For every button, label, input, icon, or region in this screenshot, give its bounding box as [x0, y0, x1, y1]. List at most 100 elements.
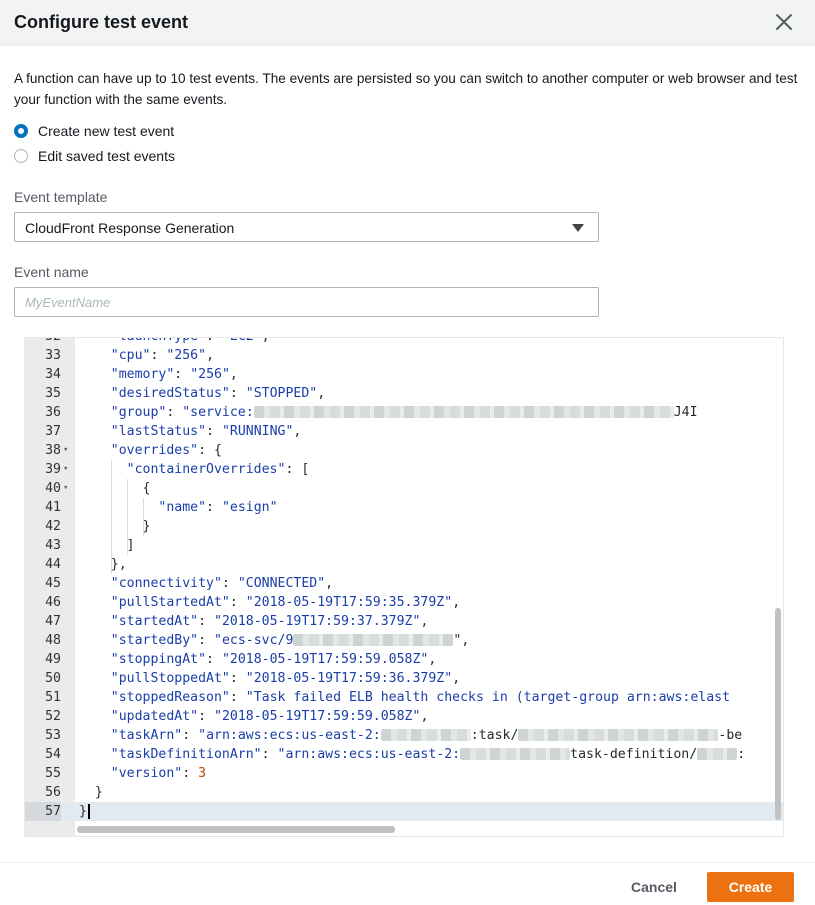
code-text: "startedBy": "ecs-svc/9 ", [110, 633, 470, 648]
code-text: "containerOverrides": [ [126, 462, 310, 477]
code-line[interactable]: 32 "launchType": "EC2", [25, 338, 783, 346]
line-number: 34 [45, 367, 61, 382]
event-template-value: CloudFront Response Generation [25, 220, 235, 236]
line-number: 37 [45, 424, 61, 439]
code-text: "memory": "256", [110, 367, 238, 382]
horizontal-scrollbar-thumb[interactable] [77, 826, 395, 833]
line-number: 40 [45, 481, 61, 496]
indent-guide [143, 498, 144, 536]
line-number: 35 [45, 386, 61, 401]
close-icon[interactable] [772, 10, 796, 34]
code-line[interactable]: 39 ▾ "containerOverrides": [ [25, 460, 783, 479]
line-number: 57 [25, 802, 61, 821]
line-number: 33 [45, 348, 61, 363]
code-line[interactable]: 56 } [25, 783, 783, 802]
line-number: 49 [45, 652, 61, 667]
code-text: "name": "esign" [158, 500, 278, 515]
code-line[interactable]: 50 "pullStoppedAt": "2018-05-19T17:59:36… [25, 669, 783, 688]
caret-down-icon [572, 224, 584, 232]
vertical-scrollbar-thumb[interactable] [775, 608, 781, 820]
code-text: "startedAt": "2018-05-19T17:59:37.379Z", [110, 614, 429, 629]
code-line[interactable]: 47 "startedAt": "2018-05-19T17:59:37.379… [25, 612, 783, 631]
line-number: 51 [45, 690, 61, 705]
code-line[interactable]: 34 "memory": "256", [25, 365, 783, 384]
code-text: "stoppedReason": "Task failed ELB health… [110, 690, 731, 705]
code-line[interactable]: 55 "version": 3 [25, 764, 783, 783]
text-cursor [87, 803, 90, 819]
code-text: "pullStoppedAt": "2018-05-19T17:59:36.37… [110, 671, 461, 686]
code-line[interactable]: 54 "taskDefinitionArn": "arn:aws:ecs:us-… [25, 745, 783, 764]
code-line[interactable]: 57} [25, 802, 783, 821]
cancel-button[interactable]: Cancel [620, 874, 688, 900]
code-line[interactable]: 49 "stoppingAt": "2018-05-19T17:59:59.05… [25, 650, 783, 669]
line-number: 38 [45, 443, 61, 458]
code-editor[interactable]: 32 "launchType": "EC2",33 "cpu": "256",3… [24, 337, 784, 837]
radio-edit-saved-button[interactable] [14, 149, 28, 163]
indent-guide [127, 479, 128, 555]
code-line[interactable]: 41 "name": "esign" [25, 498, 783, 517]
code-text: } [79, 519, 151, 534]
event-name-input[interactable] [14, 287, 599, 317]
line-number: 43 [45, 538, 61, 553]
code-line[interactable]: 46 "pullStartedAt": "2018-05-19T17:59:35… [25, 593, 783, 612]
line-number: 45 [45, 576, 61, 591]
code-text: "overrides": { [110, 443, 222, 458]
footer-divider [0, 862, 815, 863]
code-text: "lastStatus": "RUNNING", [110, 424, 302, 439]
radio-create-new[interactable]: Create new test event [14, 123, 174, 139]
fold-arrow-icon[interactable]: ▾ [63, 441, 68, 460]
line-number: 53 [45, 728, 61, 743]
code-line[interactable]: 33 "cpu": "256", [25, 346, 783, 365]
line-number: 41 [45, 500, 61, 515]
create-button[interactable]: Create [707, 872, 794, 902]
code-text: "taskArn": "arn:aws:ecs:us-east-2::task/… [110, 728, 743, 743]
code-text: "stoppingAt": "2018-05-19T17:59:59.058Z"… [110, 652, 437, 667]
code-line[interactable]: 52 "updatedAt": "2018-05-19T17:59:59.058… [25, 707, 783, 726]
event-template-select[interactable]: CloudFront Response Generation [14, 212, 599, 242]
code-text: "taskDefinitionArn": "arn:aws:ecs:us-eas… [110, 747, 746, 762]
code-text: "cpu": "256", [110, 348, 215, 363]
code-line[interactable]: 36 "group": "service: J4I [25, 403, 783, 422]
line-number: 44 [45, 557, 61, 572]
code-line[interactable]: 40 ▾ { [25, 479, 783, 498]
code-text: "desiredStatus": "STOPPED", [110, 386, 326, 401]
line-number: 56 [45, 785, 61, 800]
code-line[interactable]: 44 }, [25, 555, 783, 574]
code-text: "group": "service: J4I [110, 405, 698, 420]
radio-edit-saved[interactable]: Edit saved test events [14, 148, 175, 164]
code-line[interactable]: 48 "startedBy": "ecs-svc/9 ", [25, 631, 783, 650]
line-number: 32 [25, 338, 61, 346]
code-text: "pullStartedAt": "2018-05-19T17:59:35.37… [110, 595, 461, 610]
line-number: 36 [45, 405, 61, 420]
line-number: 55 [45, 766, 61, 781]
code-text: { [79, 481, 151, 496]
fold-arrow-icon[interactable]: ▾ [63, 479, 68, 498]
line-number: 47 [45, 614, 61, 629]
code-text: "version": 3 [110, 766, 207, 781]
code-line[interactable]: 53 "taskArn": "arn:aws:ecs:us-east-2::ta… [25, 726, 783, 745]
line-number: 42 [45, 519, 61, 534]
line-number: 46 [45, 595, 61, 610]
code-line[interactable]: 37 "lastStatus": "RUNNING", [25, 422, 783, 441]
code-text: } [79, 802, 90, 821]
code-line[interactable]: 35 "desiredStatus": "STOPPED", [25, 384, 783, 403]
modal-title: Configure test event [14, 12, 189, 32]
code-line[interactable]: 42 } [25, 517, 783, 536]
modal-header: Configure test event [0, 0, 815, 46]
radio-create-new-button[interactable] [14, 124, 28, 138]
code-text: "updatedAt": "2018-05-19T17:59:59.058Z", [110, 709, 429, 724]
event-name-label: Event name [14, 264, 89, 280]
line-number: 54 [45, 747, 61, 762]
event-template-label: Event template [14, 189, 108, 205]
fold-arrow-icon[interactable]: ▾ [63, 460, 68, 479]
code-line[interactable]: 51 "stoppedReason": "Task failed ELB hea… [25, 688, 783, 707]
code-line[interactable]: 43 ] [25, 536, 783, 555]
code-line[interactable]: 38 ▾ "overrides": { [25, 441, 783, 460]
code-text: }, [79, 557, 127, 572]
line-number: 50 [45, 671, 61, 686]
radio-edit-saved-label: Edit saved test events [38, 148, 175, 164]
description-text: A function can have up to 10 test events… [14, 71, 798, 107]
code-text: "launchType": "EC2", [79, 338, 270, 346]
code-text: } [79, 785, 103, 800]
code-line[interactable]: 45 "connectivity": "CONNECTED", [25, 574, 783, 593]
